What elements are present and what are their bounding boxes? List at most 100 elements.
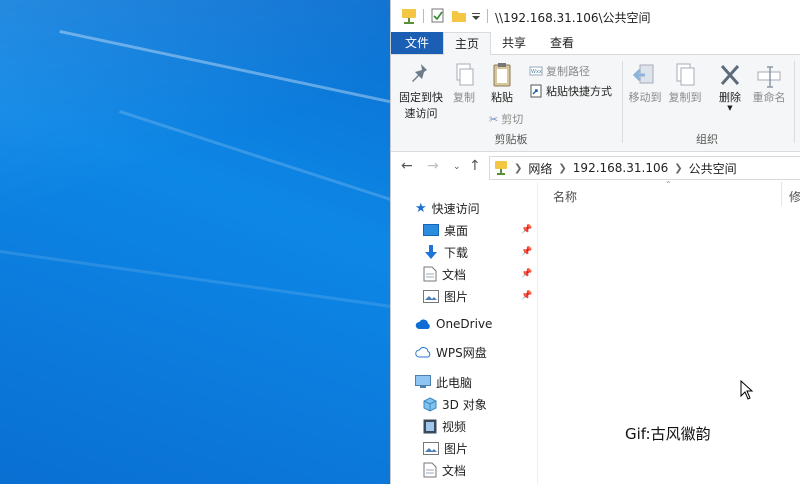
paste-label: 粘贴 (491, 91, 513, 104)
nav-onedrive[interactable]: OneDrive (415, 314, 492, 334)
paste-shortcut-icon (530, 84, 542, 98)
paste-shortcut-button[interactable]: 粘贴快捷方式 (529, 83, 612, 99)
copy-label: 复制 (453, 91, 475, 104)
nav-3d-objects-label: 3D 对象 (442, 397, 487, 412)
clipboard-icon (493, 63, 511, 87)
recent-locations-chevron-icon[interactable]: ⌄ (453, 162, 461, 172)
copy-to-button[interactable]: 复制到 (667, 61, 703, 105)
watermark-text: Gif:古风徽韵 (625, 425, 711, 443)
title-bar: \\192.168.31.106\公共空间 (391, 0, 800, 32)
svg-text:Wxx: Wxx (531, 69, 542, 75)
move-to-icon (632, 64, 654, 84)
breadcrumb-separator: ❯ (514, 162, 523, 174)
tab-share[interactable]: 共享 (493, 32, 535, 54)
delete-label: 删除 (719, 91, 741, 104)
column-header-row: 名称 ⌃ 修 (537, 180, 800, 208)
separator (487, 9, 488, 23)
breadcrumb-host[interactable]: 192.168.31.106 (573, 161, 668, 175)
nav-videos[interactable]: 视频 (423, 416, 466, 436)
nav-pc-documents-label: 文档 (442, 463, 467, 478)
window-title: \\192.168.31.106\公共空间 (495, 11, 651, 25)
nav-videos-label: 视频 (442, 419, 467, 434)
nav-desktop-label: 桌面 (444, 223, 469, 238)
tab-view[interactable]: 查看 (541, 32, 583, 54)
ribbon-tab-bar: 文件 主页 共享 查看 (391, 32, 800, 56)
rename-icon (757, 66, 781, 88)
tab-home[interactable]: 主页 (443, 32, 491, 56)
nav-wps[interactable]: WPS网盘 (415, 342, 487, 362)
nav-pc-documents[interactable]: 文档 (423, 460, 466, 480)
breadcrumb-share[interactable]: 公共空间 (689, 160, 737, 177)
cut-label: 剪切 (501, 113, 524, 126)
ribbon-home: 固定到快 速访问 复制 粘贴 Wxx 复制路径 粘贴快捷方式 ✂ 剪切 剪贴板 … (391, 55, 800, 152)
pin-label-line1: 固定到快 (399, 91, 443, 104)
group-separator (622, 61, 623, 143)
pin-icon[interactable]: 📌 (521, 269, 532, 279)
light-beam (119, 110, 425, 212)
pin-to-quick-access-button[interactable]: 固定到快 速访问 (395, 61, 447, 121)
separator (423, 9, 424, 23)
computer-icon (415, 375, 431, 388)
paste-button[interactable]: 粘贴 (485, 61, 519, 105)
breadcrumb-separator: ❯ (558, 162, 567, 174)
nav-pc-pictures-label: 图片 (444, 441, 469, 456)
new-folder-icon[interactable] (451, 7, 467, 25)
light-beam (59, 30, 432, 112)
properties-icon[interactable] (430, 7, 446, 25)
nav-this-pc[interactable]: 此电脑 (415, 372, 472, 392)
light-beam (0, 250, 416, 312)
content-area: ★ 快速访问 桌面 📌 下载 📌 文档 📌 图片 📌 OneDrive WPS网… (391, 180, 800, 484)
column-separator[interactable] (781, 182, 782, 206)
nav-quick-access[interactable]: ★ 快速访问 (415, 198, 480, 218)
cloud-icon (415, 319, 430, 329)
cut-button[interactable]: ✂ 剪切 (489, 111, 523, 127)
nav-3d-objects[interactable]: 3D 对象 (423, 394, 487, 414)
nav-downloads[interactable]: 下载 (423, 242, 468, 262)
rename-label: 重命名 (752, 91, 786, 104)
breadcrumb-network[interactable]: 网络 (528, 160, 552, 177)
nav-desktop[interactable]: 桌面 (423, 220, 468, 240)
network-folder-icon (495, 161, 507, 175)
copy-icon (456, 63, 474, 86)
column-header-name[interactable]: 名称 (553, 188, 577, 205)
group-separator (794, 61, 795, 143)
pin-icon[interactable]: 📌 (521, 225, 532, 235)
up-arrow-icon[interactable]: ↑ (469, 158, 481, 174)
copy-to-icon (676, 63, 695, 86)
pin-label-line2: 速访问 (404, 107, 438, 120)
back-arrow-icon[interactable]: ← (401, 158, 413, 174)
move-to-button[interactable]: 移动到 (627, 61, 663, 105)
star-icon: ★ (415, 200, 427, 216)
nav-pc-pictures[interactable]: 图片 (423, 438, 468, 458)
pictures-icon (423, 289, 439, 303)
copy-path-icon: Wxx (529, 66, 543, 76)
breadcrumb-separator: ❯ (674, 162, 683, 174)
chevron-down-icon: ▼ (727, 104, 733, 112)
rename-button[interactable]: 重命名 (749, 61, 789, 105)
nav-quick-access-label: 快速访问 (431, 201, 480, 216)
nav-downloads-label: 下载 (444, 245, 469, 260)
pin-icon[interactable]: 📌 (521, 291, 532, 301)
desktop-background (0, 0, 432, 484)
scissors-icon: ✂ (489, 112, 499, 126)
copy-path-button[interactable]: Wxx 复制路径 (529, 63, 590, 79)
column-header-modified[interactable]: 修 (789, 188, 800, 205)
mouse-cursor-icon (740, 380, 754, 400)
tab-file[interactable]: 文件 (391, 32, 443, 54)
nav-pictures[interactable]: 图片 (423, 286, 468, 306)
desktop-icon (423, 223, 439, 236)
copy-button[interactable]: 复制 (449, 61, 479, 105)
forward-arrow-icon[interactable]: → (427, 158, 439, 174)
cube-icon (423, 396, 437, 412)
paste-shortcut-label: 粘贴快捷方式 (546, 85, 612, 98)
pin-icon[interactable]: 📌 (521, 247, 532, 257)
address-breadcrumb[interactable]: ❯ 网络 ❯ 192.168.31.106 ❯ 公共空间 (489, 156, 800, 180)
delete-button[interactable]: 删除 ▼ (713, 61, 747, 112)
nav-documents[interactable]: 文档 (423, 264, 466, 284)
customize-quick-access-icon[interactable] (471, 7, 481, 25)
clipboard-group-label: 剪贴板 (494, 133, 528, 146)
nav-wps-label: WPS网盘 (436, 345, 487, 360)
document-icon (423, 266, 437, 282)
copy-path-label: 复制路径 (546, 65, 590, 78)
delete-x-icon (720, 65, 740, 85)
